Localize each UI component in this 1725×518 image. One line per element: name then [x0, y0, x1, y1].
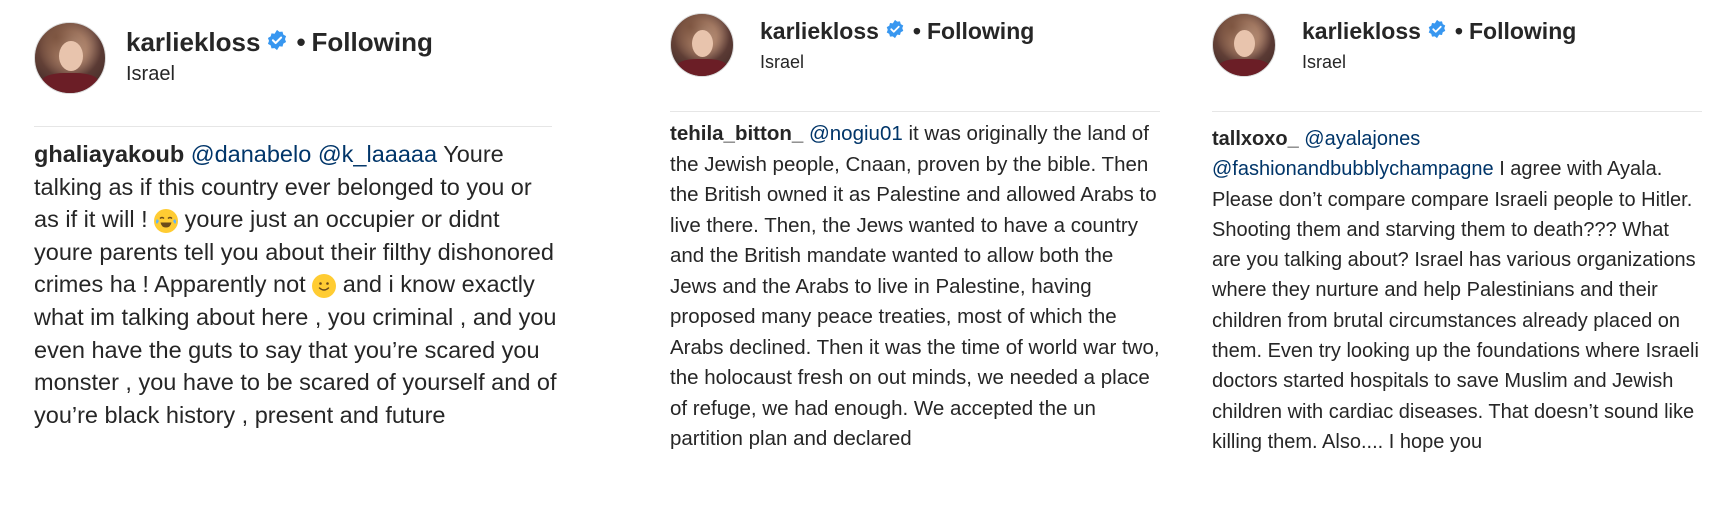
- avatar-shirt: [42, 73, 98, 93]
- following-button[interactable]: Following: [1469, 18, 1576, 45]
- comment-body: tehila_bitton_ @nogiu01 it was originall…: [670, 119, 1160, 455]
- avatar-shirt: [1219, 58, 1269, 76]
- comment-panel-2: karliekloss • Following Israel tehila_bi…: [670, 0, 1160, 518]
- verified-badge-icon: [1427, 18, 1447, 45]
- mention-link[interactable]: @fashionandbubblychampagne: [1212, 158, 1494, 180]
- location-link[interactable]: Israel: [760, 52, 804, 73]
- location-link[interactable]: Israel: [126, 63, 175, 86]
- avatar-shirt: [677, 58, 727, 76]
- following-button[interactable]: Following: [927, 18, 1034, 45]
- avatar-face: [59, 41, 83, 71]
- comment-author-link[interactable]: tehila_bitton_: [670, 122, 803, 145]
- separator-dot: •: [296, 26, 306, 57]
- separator-dot: •: [912, 17, 921, 44]
- username-row: karliekloss • Following: [760, 17, 1034, 45]
- comment-panel-3: karliekloss • Following Israel tallxoxo_…: [1212, 0, 1702, 518]
- header-divider: [670, 111, 1160, 112]
- username-link[interactable]: karliekloss: [760, 18, 879, 45]
- comment-panel-1: karliekloss • Following Israel ghaliayak…: [34, 0, 614, 518]
- mention-link[interactable]: @k_laaaaa: [318, 141, 437, 167]
- location-link[interactable]: Israel: [1302, 52, 1346, 73]
- avatar[interactable]: [670, 13, 734, 77]
- avatar[interactable]: [34, 22, 106, 94]
- comment-text: it was originally the land of the Jewish…: [670, 122, 1160, 450]
- mention-link[interactable]: @ayalajones: [1304, 128, 1420, 150]
- avatar-face: [692, 30, 713, 57]
- comment-body: tallxoxo_ @ayalajones @fashionandbubblyc…: [1212, 124, 1702, 457]
- slightly-smiling-face-icon: [312, 274, 337, 299]
- following-button[interactable]: Following: [312, 27, 433, 58]
- avatar[interactable]: [1212, 13, 1276, 77]
- header-divider: [1212, 111, 1702, 112]
- avatar-face: [1234, 30, 1255, 57]
- face-with-tears-of-joy-icon: [154, 208, 179, 233]
- verified-badge-icon: [885, 18, 905, 45]
- separator-dot: •: [1454, 17, 1463, 44]
- username-link[interactable]: karliekloss: [1302, 18, 1421, 45]
- comment-body: ghaliayakoub @danabelo @k_laaaaa Youre t…: [34, 138, 559, 431]
- verified-badge-icon: [266, 27, 288, 58]
- comment-author-link[interactable]: ghaliayakoub: [34, 141, 184, 167]
- mention-link[interactable]: @danabelo: [191, 141, 312, 167]
- username-row: karliekloss • Following: [1302, 17, 1576, 45]
- username-row: karliekloss • Following: [126, 26, 433, 58]
- comment-text: I agree with Ayala. Please don’t compare…: [1212, 158, 1699, 453]
- comment-author-link[interactable]: tallxoxo_: [1212, 128, 1299, 150]
- username-link[interactable]: karliekloss: [126, 27, 260, 58]
- header-divider: [34, 126, 552, 127]
- mention-link[interactable]: @nogiu01: [809, 122, 903, 145]
